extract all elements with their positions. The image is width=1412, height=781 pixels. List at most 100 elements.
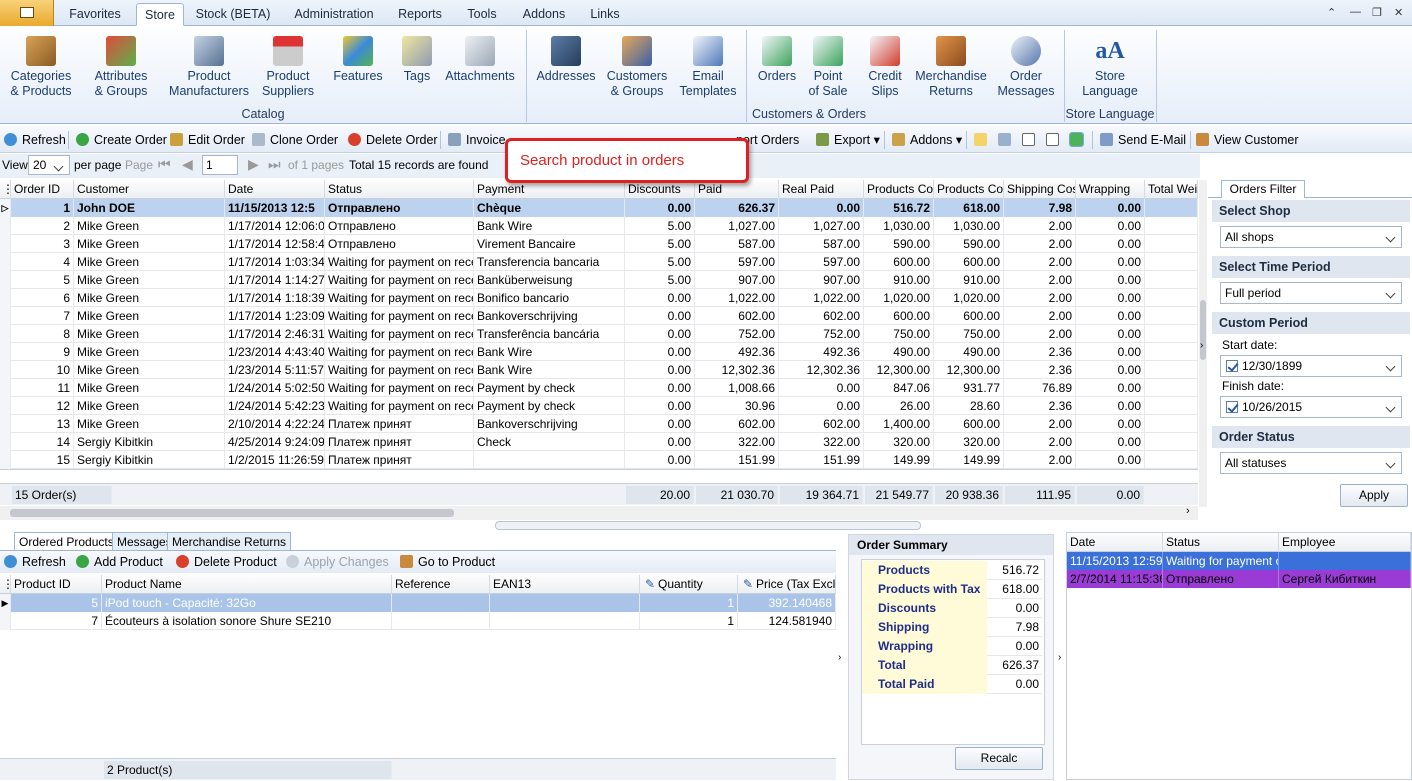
col-products-cost[interactable]: Products Cos [864,180,934,199]
scrollbar-thumb[interactable] [1200,300,1206,360]
table-row[interactable]: 4 Mike Green 1/17/2014 1:03:34 I Waiting fo… [0,253,1198,271]
scrollbar-thumb[interactable] [10,509,454,517]
col-wrapping[interactable]: Wrapping [1076,180,1145,199]
table-row[interactable]: 7 Mike Green 1/17/2014 1:23:09 I Waiting fo… [0,307,1198,325]
tab-store[interactable]: Store [136,3,184,26]
collapse-icon[interactable]: ⌃ [1327,6,1336,19]
col-ean13[interactable]: EAN13 [490,575,640,594]
search-product-button[interactable] [1069,131,1088,149]
edit-order-button[interactable]: Edit Order [170,131,245,149]
col-history-status[interactable]: Status [1163,533,1279,552]
col-order-id[interactable]: Order ID [11,180,74,199]
column-chooser-icon[interactable]: ⋮ [0,575,11,594]
refresh-button[interactable]: Refresh [4,131,66,149]
table-row[interactable]: 13 Mike Green 2/10/2014 4:22:24 I Платеж пр… [0,415,1198,433]
finish-date-checkbox[interactable] [1226,401,1238,413]
table-row[interactable]: 6 Mike Green 1/17/2014 1:18:39 I Waiting fo… [0,289,1198,307]
column-chooser-icon[interactable]: ⋮ [0,180,11,199]
status-select[interactable]: All statuses [1220,452,1402,474]
table-row[interactable]: 7 Écouteurs à isolation sonore Shure SE21… [0,612,836,630]
orders-filter-tab[interactable]: Orders Filter [1221,180,1305,198]
col-products-cost-tax[interactable]: Products Cos [934,180,1004,199]
minimize-icon[interactable]: — [1350,6,1361,18]
table-row[interactable]: 9 Mike Green 1/23/2014 4:43:40 I Waiting fo… [0,343,1198,361]
invoice-button[interactable]: Invoice [448,131,506,149]
order-messages-button[interactable]: Order Messages [996,30,1056,99]
table-row[interactable]: ▶ 5 iPod touch - Capacité: 32Go 1 392.140468 [0,594,836,612]
shop-select[interactable]: All shops [1220,226,1402,248]
period-select[interactable]: Full period [1220,282,1402,304]
categories-products-button[interactable]: Categories & Products [8,30,74,99]
export-button[interactable]: Export ▾ [816,131,880,149]
recalc-button[interactable]: Recalc [955,747,1043,770]
start-date-checkbox[interactable] [1226,360,1238,372]
col-reference[interactable]: Reference [392,575,490,594]
product-suppliers-button[interactable]: Product Suppliers [258,30,318,99]
history-row[interactable]: 2/7/2014 11:15:36 Отправлено Сергей Кибитк… [1067,570,1411,588]
col-date[interactable]: Date [225,180,325,199]
table-row[interactable]: 8 Mike Green 1/17/2014 2:46:31 I Waiting fo… [0,325,1198,343]
finish-date-picker[interactable]: 10/26/2015 [1220,396,1402,418]
apply-filter-button[interactable]: Apply [1340,484,1408,507]
table-row[interactable]: 5 Mike Green 1/17/2014 1:14:27 I Waiting fo… [0,271,1198,289]
delete-product-button[interactable]: Delete Product [176,553,277,571]
tab-merchandise-returns[interactable]: Merchandise Returns [167,532,292,550]
apply-changes-button[interactable]: Apply Changes [286,553,389,571]
col-customer[interactable]: Customer [74,180,225,199]
orders-button[interactable]: Orders [754,30,800,84]
fit-columns-icon[interactable] [1022,131,1040,149]
col-status[interactable]: Status [325,180,474,199]
delete-order-button[interactable]: Delete Order [348,131,438,149]
history-row[interactable]: 11/15/2013 12:59: Waiting for payment on [1067,552,1411,570]
col-shipping-cost[interactable]: Shipping Cost [1004,180,1076,199]
tab-administration[interactable]: Administration [284,3,384,26]
restore-icon[interactable]: ❐ [1372,6,1382,19]
collapse-filter-icon[interactable]: › [1200,340,1203,351]
tags-button[interactable]: Tags [396,30,438,84]
view-customer-button[interactable]: View Customer [1196,131,1299,149]
col-total-weight[interactable]: Total Weig [1145,180,1198,199]
tab-ordered-products[interactable]: Ordered Products [14,532,119,550]
splitter-handle[interactable] [495,521,921,530]
start-date-picker[interactable]: 12/30/1899 [1220,355,1402,377]
prev-page-icon[interactable]: ◀ [182,156,193,173]
clone-order-button[interactable]: Clone Order [252,131,338,149]
col-history-employee[interactable]: Employee [1279,533,1411,552]
table-row[interactable]: 15 Sergiy Kibitkin 1/2/2015 11:26:59 . Плат… [0,451,1198,469]
next-page-icon[interactable]: ▶ [248,156,259,173]
first-page-icon[interactable]: ⏮ [158,156,171,173]
merchandise-returns-button[interactable]: Merchandise Returns [914,30,988,99]
table-row[interactable]: 2 Mike Green 1/17/2014 12:06:07 Отправлено B… [0,217,1198,235]
last-page-icon[interactable]: ⏭ [268,156,281,173]
product-manufacturers-button[interactable]: Product Manufacturers [166,30,252,99]
tab-favorites[interactable]: Favorites [60,3,130,26]
tab-stock[interactable]: Stock (BETA) [192,3,274,26]
orders-horizontal-scrollbar[interactable]: › [0,505,1198,520]
col-real-paid[interactable]: Real Paid [779,180,864,199]
point-of-sale-button[interactable]: Point of Sale [806,30,850,99]
create-order-button[interactable]: Create Order [76,131,167,149]
collapse-summary-icon[interactable]: › [838,652,841,663]
table-row[interactable]: ▷ 1 John DOE 11/15/2013 12:5 Отправлено Chèqu… [0,199,1198,217]
attributes-groups-button[interactable]: Attributes & Groups [88,30,154,99]
addresses-button[interactable]: Addresses [536,30,596,84]
products-refresh-button[interactable]: Refresh [4,553,66,571]
tab-tools[interactable]: Tools [458,3,506,26]
app-menu-button[interactable] [0,0,54,26]
expand-icon[interactable] [1046,131,1064,149]
table-row[interactable]: 12 Mike Green 1/24/2014 5:42:23 . Waiting f… [0,397,1198,415]
col-product-name[interactable]: Product Name [102,575,392,594]
attachments-button[interactable]: Attachments [444,30,516,84]
add-product-button[interactable]: Add Product [76,553,163,571]
send-email-button[interactable]: Send E-Mail [1100,131,1186,149]
col-history-date[interactable]: Date [1067,533,1163,552]
close-icon[interactable]: ✕ [1394,6,1403,19]
table-row[interactable]: 10 Mike Green 1/23/2014 5:11:57 I Waiting f… [0,361,1198,379]
store-language-button[interactable]: aA Store Language [1078,30,1142,99]
tab-reports[interactable]: Reports [392,3,448,26]
go-to-product-button[interactable]: Go to Product [400,553,495,571]
addons-button[interactable]: Addons ▾ [892,131,962,149]
features-button[interactable]: Features [330,30,386,84]
page-input[interactable]: 1 [202,155,238,175]
customers-groups-button[interactable]: Customers & Groups [604,30,670,99]
